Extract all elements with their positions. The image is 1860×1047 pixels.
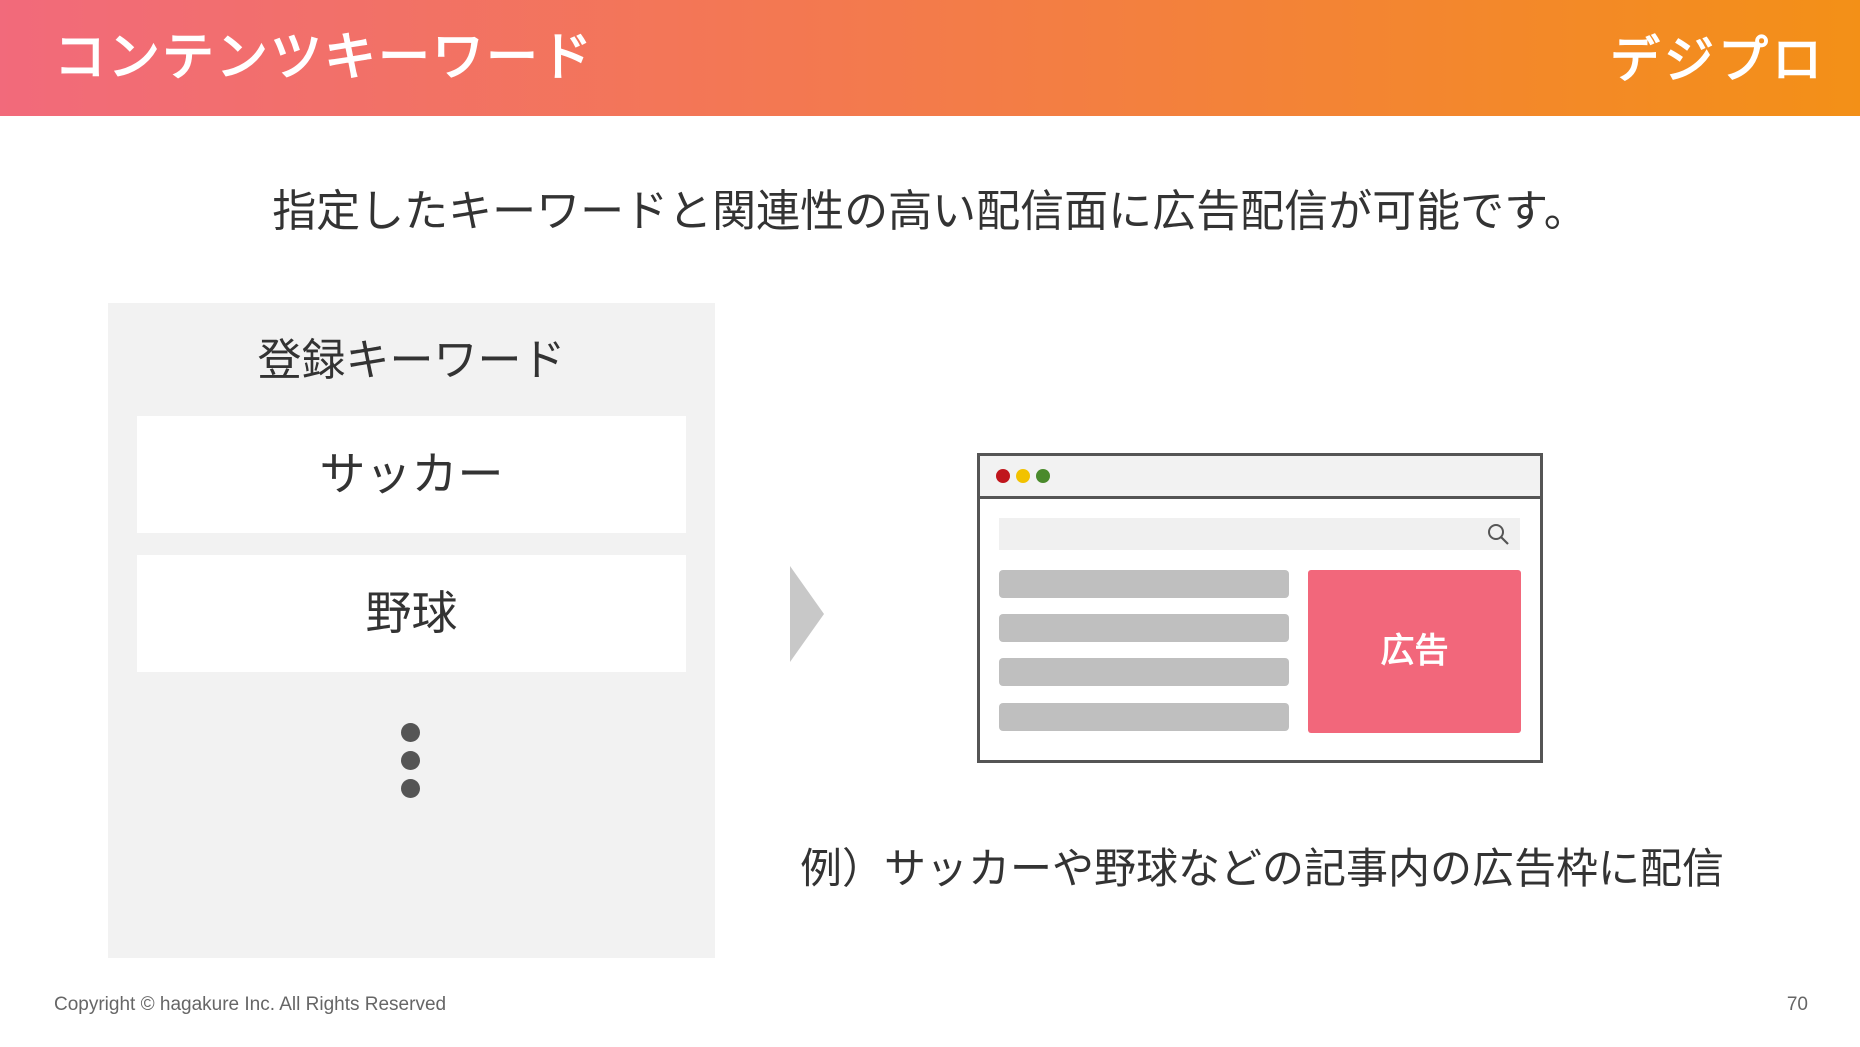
search-icon — [1488, 524, 1509, 545]
content-placeholder-line — [999, 658, 1289, 686]
page-number: 70 — [1786, 994, 1808, 1015]
keyword-item: サッカー — [137, 416, 686, 533]
browser-search-bar — [999, 518, 1520, 550]
window-maximize-dot-icon — [1036, 469, 1050, 483]
header-banner: コンテンツキーワード デジプロ — [0, 0, 1860, 116]
window-close-dot-icon — [996, 469, 1010, 483]
example-caption: 例）サッカーや野球などの記事内の広告枠に配信 — [800, 844, 1725, 893]
keyword-panel: 登録キーワード サッカー 野球 — [108, 303, 715, 958]
page-title: コンテンツキーワード — [54, 28, 595, 88]
content-placeholder-line — [999, 570, 1289, 598]
content-placeholder-line — [999, 703, 1289, 731]
content-placeholder-line — [999, 614, 1289, 642]
keyword-item: 野球 — [137, 555, 686, 672]
ad-slot: 広告 — [1308, 570, 1521, 733]
browser-mockup: 広告 — [977, 453, 1543, 763]
browser-title-bar — [980, 456, 1540, 499]
subtitle: 指定したキーワードと関連性の高い配信面に広告配信が可能です。 — [272, 186, 1588, 237]
copyright-footer: Copyright © hagakure Inc. All Rights Res… — [54, 994, 447, 1015]
window-minimize-dot-icon — [1016, 469, 1030, 483]
brand-logo: デジプロ — [1610, 31, 1826, 89]
arrow-right-icon — [790, 566, 824, 662]
more-ellipsis-icon — [401, 723, 421, 807]
keyword-panel-title: 登録キーワード — [257, 335, 566, 386]
